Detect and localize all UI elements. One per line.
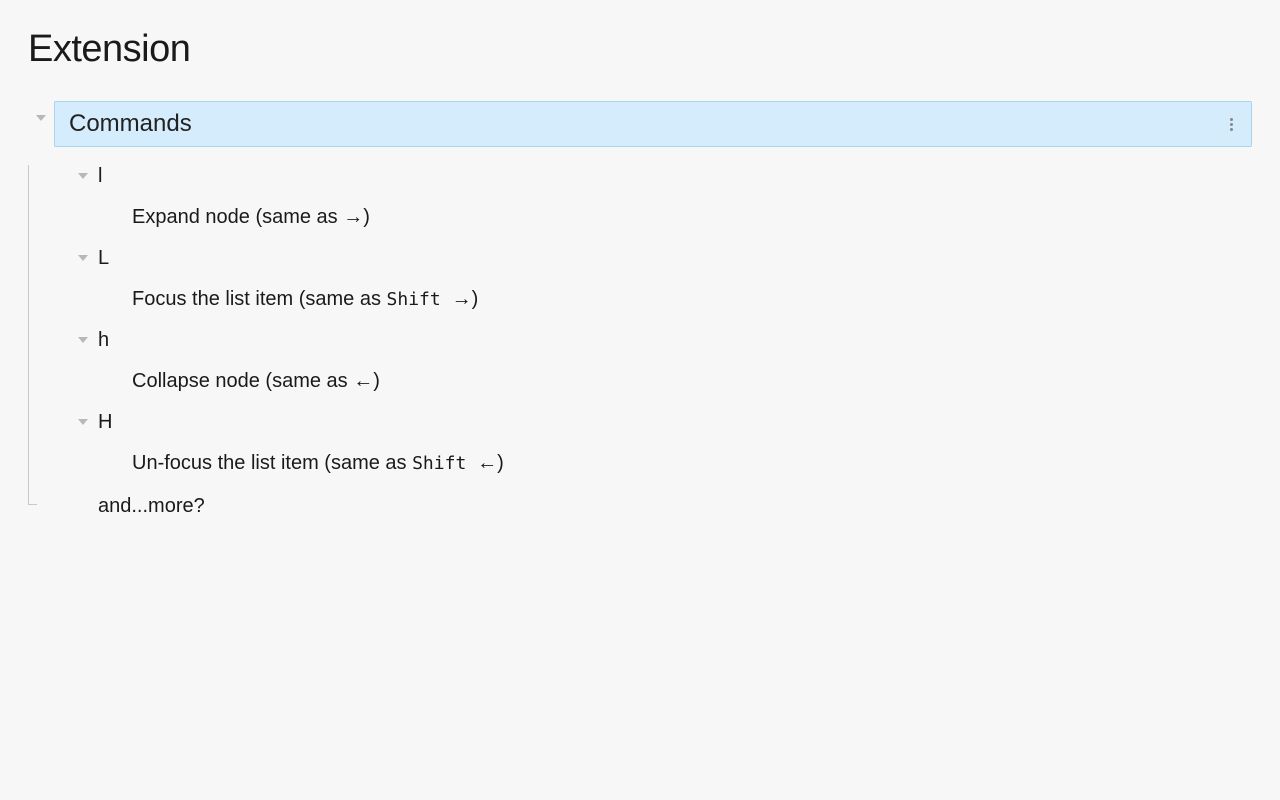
command-toggle[interactable] (68, 411, 98, 425)
chevron-down-icon (78, 173, 88, 179)
section-title: Commands (69, 110, 192, 138)
chevron-down-icon (78, 419, 88, 425)
section-row: Commands (28, 101, 1252, 147)
tree-root: Commands l Expand node (same as →) (28, 101, 1252, 518)
command-toggle[interactable] (68, 247, 98, 261)
command-row: l (28, 165, 1252, 188)
page-title: Extension (28, 28, 1252, 71)
chevron-down-icon (36, 115, 46, 121)
chevron-down-icon (78, 337, 88, 343)
section-header[interactable]: Commands (54, 101, 1252, 147)
command-description: Collapse node (same as ←) (28, 370, 1252, 393)
section-children: l Expand node (same as →) L Focus the li… (28, 165, 1252, 518)
command-row: h (28, 329, 1252, 352)
command-key: H (98, 411, 112, 434)
more-icon[interactable] (1226, 114, 1237, 135)
command-row: L (28, 247, 1252, 270)
command-key: L (98, 247, 109, 270)
command-key: l (98, 165, 102, 188)
command-key: h (98, 329, 109, 352)
tree-guide-line (28, 165, 29, 505)
command-description: Un-focus the list item (same as Shift ←) (28, 452, 1252, 475)
chevron-down-icon (78, 255, 88, 261)
command-row: H (28, 411, 1252, 434)
command-toggle[interactable] (68, 165, 98, 179)
section-toggle[interactable] (28, 101, 54, 121)
command-description: Expand node (same as →) (28, 206, 1252, 229)
command-description: Focus the list item (same as Shift →) (28, 288, 1252, 311)
command-toggle[interactable] (68, 329, 98, 343)
more-text: and...more? (28, 495, 1252, 518)
